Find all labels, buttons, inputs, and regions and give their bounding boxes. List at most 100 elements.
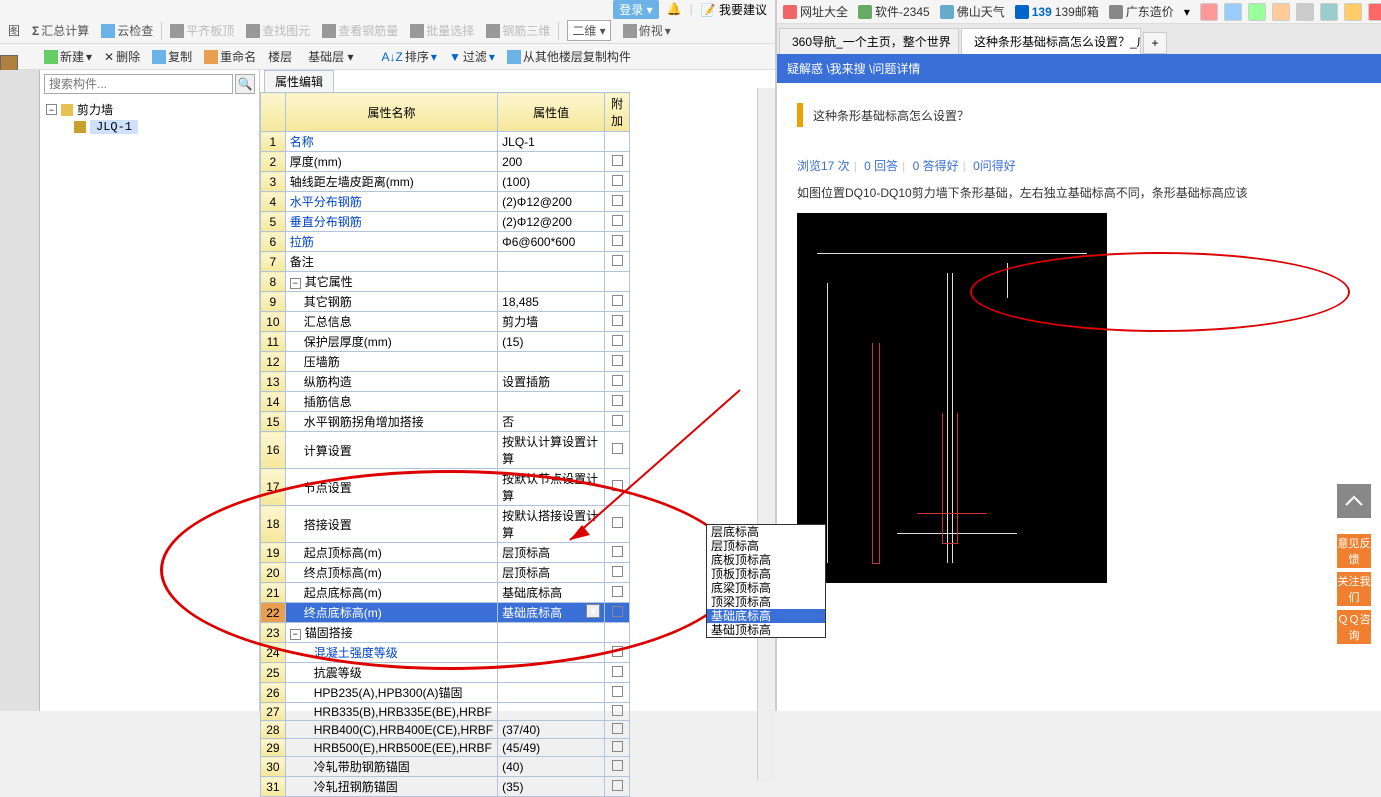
- property-value[interactable]: (15): [498, 332, 605, 352]
- checkbox[interactable]: [612, 415, 623, 426]
- property-value[interactable]: 层顶标高: [498, 563, 605, 583]
- group-expander-icon[interactable]: −: [290, 278, 301, 289]
- tree-child-label[interactable]: JLQ-1: [90, 120, 138, 134]
- checkbox[interactable]: [612, 780, 623, 791]
- property-value[interactable]: [498, 643, 605, 663]
- property-value[interactable]: (40): [498, 757, 605, 777]
- meta-ask[interactable]: 0问得好: [973, 159, 1016, 173]
- checkbox[interactable]: [612, 255, 623, 266]
- property-value[interactable]: 18,485: [498, 292, 605, 312]
- property-row[interactable]: 18搭接设置按默认搭接设置计算: [261, 506, 630, 543]
- tool-filter[interactable]: ▼ 过滤 ▾: [445, 46, 499, 67]
- checkbox[interactable]: [612, 155, 623, 166]
- property-value[interactable]: 设置插筋: [498, 372, 605, 392]
- checkbox[interactable]: [612, 375, 623, 386]
- tool-tu[interactable]: 图: [4, 20, 24, 41]
- new-tab-button[interactable]: +: [1143, 32, 1167, 54]
- property-row[interactable]: 24混凝土强度等级: [261, 643, 630, 663]
- browser-tab[interactable]: 360导航_一个主页，整个世界×: [779, 28, 959, 54]
- property-row[interactable]: 25抗震等级: [261, 663, 630, 683]
- tool-copy-from[interactable]: 从其他楼层复制构件: [503, 46, 635, 67]
- checkbox[interactable]: [612, 666, 623, 677]
- ext-icon[interactable]: [1248, 3, 1266, 21]
- property-value[interactable]: [498, 703, 605, 721]
- property-row[interactable]: 22终点底标高(m)基础底标高▾: [261, 603, 630, 623]
- property-row[interactable]: 10汇总信息剪力墙: [261, 312, 630, 332]
- scroll-top-button[interactable]: [1337, 484, 1371, 518]
- bookmark-item[interactable]: 139139邮箱: [1015, 3, 1099, 20]
- checkbox[interactable]: [612, 175, 623, 186]
- property-row[interactable]: 13纵筋构造设置插筋: [261, 372, 630, 392]
- property-row[interactable]: 19起点顶标高(m)层顶标高: [261, 543, 630, 563]
- checkbox[interactable]: [612, 723, 623, 734]
- property-value[interactable]: [498, 392, 605, 412]
- property-row[interactable]: 28HRB400(C),HRB400E(CE),HRBF(37/40): [261, 721, 630, 739]
- checkbox[interactable]: [612, 235, 623, 246]
- qq-button[interactable]: ＱＱ咨询: [1337, 610, 1371, 644]
- property-value[interactable]: 否: [498, 412, 605, 432]
- feedback-button[interactable]: 意见反馈: [1337, 534, 1371, 568]
- property-value[interactable]: (100): [498, 172, 605, 192]
- checkbox[interactable]: [612, 741, 623, 752]
- meta-good[interactable]: 0 答得好: [913, 159, 959, 173]
- bookmark-item[interactable]: 网址大全: [783, 3, 848, 20]
- property-row[interactable]: 12压墙筋: [261, 352, 630, 372]
- checkbox[interactable]: [612, 546, 623, 557]
- property-value[interactable]: (45/49): [498, 739, 605, 757]
- bookmark-item[interactable]: 佛山天气: [940, 3, 1005, 20]
- meta-answers[interactable]: 0 回答: [864, 159, 898, 173]
- property-value[interactable]: [498, 663, 605, 683]
- tool-cloud[interactable]: 云检查: [97, 20, 157, 41]
- checkbox[interactable]: [612, 355, 623, 366]
- tree-root[interactable]: − 剪力墙: [46, 100, 253, 119]
- checkbox[interactable]: [612, 517, 623, 528]
- bookmark-more-icon[interactable]: ▾: [1184, 5, 1190, 19]
- checkbox[interactable]: [612, 586, 623, 597]
- property-tab[interactable]: 属性编辑: [264, 70, 334, 92]
- ext-icon[interactable]: [1200, 3, 1218, 21]
- browser-tab[interactable]: 这种条形基础标高怎么设置？_广×: [961, 28, 1141, 54]
- property-row[interactable]: 16计算设置按默认计算设置计算: [261, 432, 630, 469]
- tool-rename[interactable]: 重命名: [200, 46, 260, 67]
- search-button[interactable]: 🔍: [235, 74, 255, 94]
- floor-dropdown[interactable]: 基础层 ▾: [300, 45, 373, 68]
- property-value[interactable]: (2)Φ12@200: [498, 212, 605, 232]
- property-row[interactable]: 14插筋信息: [261, 392, 630, 412]
- checkbox[interactable]: [612, 646, 623, 657]
- follow-button[interactable]: 关注我们: [1337, 572, 1371, 606]
- checkbox[interactable]: [612, 295, 623, 306]
- elevation-dropdown[interactable]: 层底标高层顶标高底板顶标高顶板顶标高底梁顶标高顶梁顶标高基础底标高基础顶标高: [706, 524, 826, 638]
- property-value[interactable]: 按默认计算设置计算: [498, 432, 605, 469]
- property-row[interactable]: 29HRB500(E),HRB500E(EE),HRBF(45/49): [261, 739, 630, 757]
- property-value[interactable]: [498, 252, 605, 272]
- checkbox[interactable]: [612, 760, 623, 771]
- view-2d-dropdown[interactable]: 二维 ▾: [563, 18, 614, 43]
- property-row[interactable]: 7备注: [261, 252, 630, 272]
- property-value[interactable]: 基础底标高▾: [498, 603, 605, 623]
- property-value[interactable]: [498, 683, 605, 703]
- bookmark-item[interactable]: 广东造价: [1109, 3, 1174, 20]
- tool-sort[interactable]: A↓Z 排序 ▾: [378, 46, 441, 67]
- tool-sum[interactable]: Σ 汇总计算: [28, 20, 93, 41]
- property-row[interactable]: 5垂直分布钢筋(2)Φ12@200: [261, 212, 630, 232]
- property-row[interactable]: 8−其它属性: [261, 272, 630, 292]
- dropdown-option[interactable]: 层顶标高: [707, 539, 825, 553]
- tool-new[interactable]: 新建 ▾: [40, 46, 96, 67]
- login-button[interactable]: 登录 ▾: [613, 0, 658, 19]
- checkbox[interactable]: [612, 335, 623, 346]
- checkbox[interactable]: [612, 395, 623, 406]
- checkbox[interactable]: [612, 215, 623, 226]
- property-value[interactable]: 按默认搭接设置计算: [498, 506, 605, 543]
- property-row[interactable]: 20终点顶标高(m)层顶标高: [261, 563, 630, 583]
- property-value[interactable]: [498, 352, 605, 372]
- dropdown-arrow-icon[interactable]: ▾: [586, 604, 600, 618]
- view-bird-dropdown[interactable]: 俯视 ▾: [619, 20, 675, 41]
- checkbox[interactable]: [612, 480, 623, 491]
- property-value[interactable]: 基础底标高: [498, 583, 605, 603]
- dropdown-option[interactable]: 底板顶标高: [707, 553, 825, 567]
- property-value[interactable]: 剪力墙: [498, 312, 605, 332]
- property-value[interactable]: 按默认节点设置计算: [498, 469, 605, 506]
- property-row[interactable]: 23−锚固搭接: [261, 623, 630, 643]
- property-row[interactable]: 9其它钢筋18,485: [261, 292, 630, 312]
- checkbox[interactable]: [612, 566, 623, 577]
